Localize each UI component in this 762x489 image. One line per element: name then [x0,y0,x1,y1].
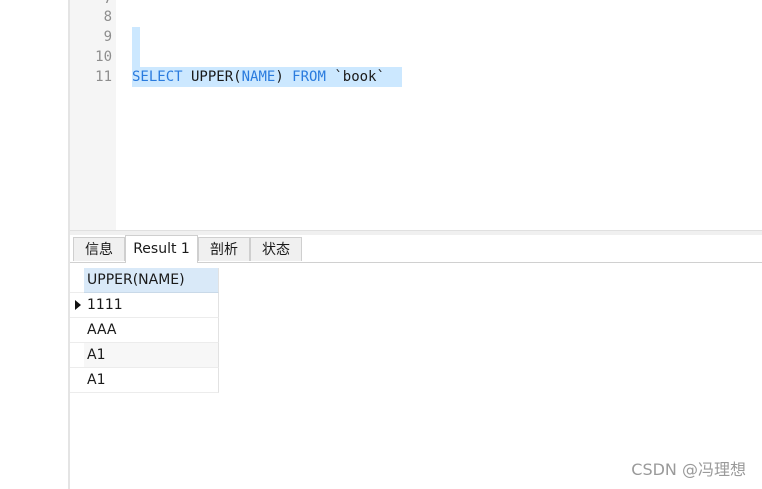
table-cell[interactable]: A1 [84,368,219,393]
line-number-gutter: 7 8 9 10 11 [70,0,116,230]
row-indicator [70,268,84,293]
row-indicator[interactable] [70,368,84,393]
table-cell[interactable]: A1 [84,343,219,368]
table-cell[interactable]: AAA [84,318,219,343]
line-number: 10 [95,49,112,65]
sql-function: UPPER( [182,69,242,85]
results-tab-bar: 信息 Result 1 剖析 状态 [70,235,762,263]
watermark: CSDN @冯理想 [631,460,746,479]
sql-statement[interactable]: SELECT UPPER(NAME) FROM `book` [132,67,385,87]
line-number: 9 [103,29,112,45]
row-indicator[interactable] [70,293,84,318]
sql-table: `book` [325,69,385,85]
sql-paren: ) [275,69,284,85]
tab-profile[interactable]: 剖析 [198,237,250,261]
selection-highlight [132,27,140,67]
tab-result-1[interactable]: Result 1 [125,235,198,263]
sql-keyword: FROM [283,69,326,85]
left-panel [0,0,68,489]
table-cell[interactable]: 1111 [84,293,219,318]
tab-info[interactable]: 信息 [73,237,125,261]
row-indicator[interactable] [70,318,84,343]
sql-keyword: SELECT [132,69,183,85]
column-header[interactable]: UPPER(NAME) [84,268,219,293]
row-indicator[interactable] [70,343,84,368]
sql-editor[interactable]: 7 8 9 10 11 SELECT UPPER(NAME) FROM `boo… [70,0,762,230]
line-number: 8 [103,9,112,25]
sql-column: NAME [241,69,276,85]
current-row-arrow-icon [75,300,81,310]
tab-status[interactable]: 状态 [250,237,302,261]
line-number: 11 [95,69,112,85]
